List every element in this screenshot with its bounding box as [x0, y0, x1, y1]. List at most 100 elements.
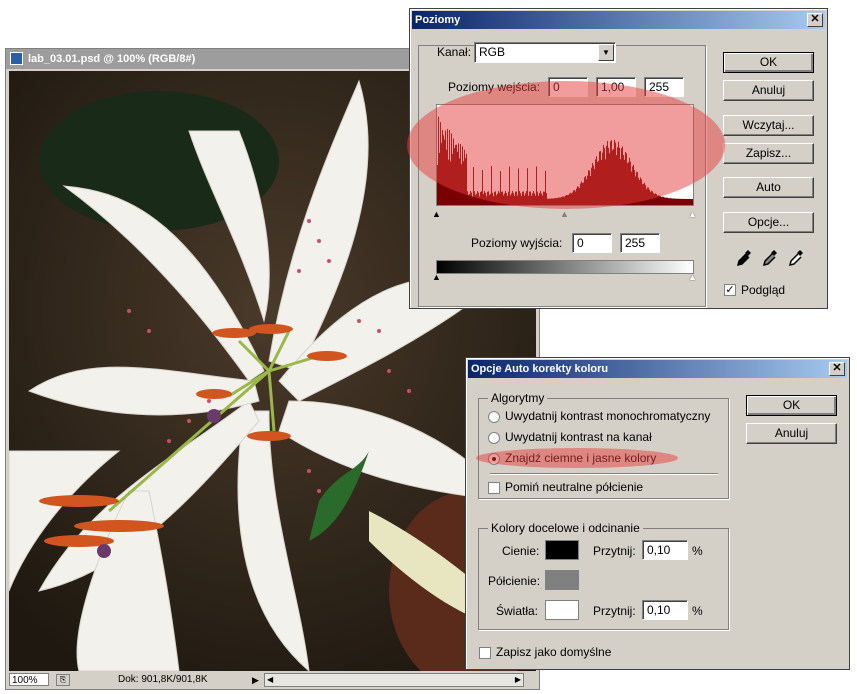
- histogram-bar: [567, 195, 568, 205]
- auto-color-options-dialog: Opcje Auto korekty koloru ✕ Algorytmy Uw…: [465, 357, 850, 670]
- histogram-bar: [548, 198, 549, 205]
- histogram-bar: [669, 198, 670, 205]
- radio-monochromatic-contrast[interactable]: [488, 411, 500, 423]
- histogram-bar: [445, 130, 446, 205]
- radio-dark-light-colors[interactable]: [488, 453, 500, 465]
- histogram-bar: [590, 175, 591, 205]
- midtones-color-swatch[interactable]: [545, 570, 579, 590]
- snap-neutral-label: Pomiń neutralne półcienie: [505, 480, 644, 494]
- histogram-bar: [594, 169, 595, 205]
- histogram-bar: [499, 192, 500, 205]
- histogram-bar: [487, 191, 488, 205]
- chevron-down-icon[interactable]: ▼: [598, 44, 614, 61]
- histogram-bar: [585, 176, 586, 205]
- levels-title-bar[interactable]: Poziomy ✕: [412, 11, 825, 29]
- histogram-bar: [509, 166, 510, 205]
- close-icon[interactable]: ✕: [807, 13, 823, 27]
- radio-per-channel-label: Uwydatnij kontrast na kanał: [505, 430, 652, 444]
- histogram-bar: [520, 193, 521, 205]
- histogram-bar: [457, 151, 458, 205]
- auto-options-cancel-button[interactable]: Anuluj: [746, 423, 837, 444]
- input-white-slider[interactable]: ▲: [688, 209, 697, 219]
- histogram-bar: [513, 193, 514, 205]
- auto-button[interactable]: Auto: [723, 177, 814, 198]
- gray-eyedropper-icon[interactable]: [762, 249, 778, 267]
- save-button[interactable]: Zapisz...: [723, 143, 814, 164]
- histogram-bar: [558, 197, 559, 205]
- histogram-bar: [589, 170, 590, 205]
- output-black-field[interactable]: 0: [572, 233, 612, 253]
- radio-per-channel-contrast[interactable]: [488, 432, 500, 444]
- histogram-bar: [495, 191, 496, 205]
- histogram-bar: [489, 195, 490, 205]
- close-icon[interactable]: ✕: [829, 362, 845, 376]
- histogram-bar: [448, 159, 449, 205]
- histogram-bar: [677, 198, 678, 205]
- histogram-bar: [673, 198, 674, 205]
- histogram-bar: [550, 198, 551, 205]
- histogram-bar: [441, 142, 442, 205]
- shadows-color-swatch[interactable]: [545, 540, 579, 560]
- load-button[interactable]: Wczytaj...: [723, 115, 814, 136]
- histogram-bar: [472, 196, 473, 205]
- histogram-bar: [539, 193, 540, 205]
- white-eyedropper-icon[interactable]: [788, 249, 804, 267]
- highlights-clip-field[interactable]: 0,10: [642, 600, 688, 620]
- snap-neutral-checkbox[interactable]: [488, 482, 500, 494]
- histogram-bar: [576, 188, 577, 205]
- options-button[interactable]: Opcje...: [723, 212, 814, 233]
- histogram-bar: [599, 151, 600, 205]
- histogram-bar: [506, 192, 507, 205]
- scroll-left-icon[interactable]: ◀: [267, 674, 273, 686]
- histogram-bar: [625, 151, 626, 205]
- histogram-bar: [541, 193, 542, 205]
- histogram-bar: [620, 159, 621, 205]
- document-size-info: Dok: 901,8K/901,8K: [118, 674, 208, 685]
- black-eyedropper-icon[interactable]: [736, 249, 752, 267]
- histogram-bar: [662, 196, 663, 205]
- histogram-bar: [469, 193, 470, 205]
- save-default-checkbox[interactable]: [479, 647, 491, 659]
- histogram-bar: [474, 191, 475, 205]
- scroll-right-icon[interactable]: ▶: [515, 674, 521, 686]
- auto-options-title-bar[interactable]: Opcje Auto korekty koloru ✕: [468, 360, 847, 378]
- histogram-bar: [458, 143, 459, 205]
- histogram-bar: [451, 133, 452, 205]
- histogram-bar: [631, 171, 632, 205]
- horizontal-scrollbar[interactable]: ◀ ▶: [264, 673, 524, 687]
- histogram-bar: [658, 195, 659, 205]
- shadows-clip-field[interactable]: 0,10: [642, 540, 688, 560]
- histogram-bar: [666, 197, 667, 205]
- input-black-slider[interactable]: ▲: [432, 209, 441, 219]
- histogram-bar: [680, 198, 681, 205]
- histogram-bar: [504, 193, 505, 205]
- output-black-slider[interactable]: ▲: [432, 272, 441, 282]
- histogram-bar: [482, 169, 483, 205]
- highlights-color-swatch[interactable]: [545, 600, 579, 620]
- histogram-bar: [511, 193, 512, 205]
- histogram-bar: [654, 193, 655, 205]
- histogram-graph: [437, 116, 693, 205]
- status-menu-icon[interactable]: ⎘: [56, 674, 70, 686]
- levels-ok-button[interactable]: OK: [723, 52, 814, 73]
- histogram-bar: [517, 195, 518, 205]
- levels-cancel-button[interactable]: Anuluj: [723, 80, 814, 101]
- histogram-bar: [479, 196, 480, 205]
- zoom-field[interactable]: 100%: [9, 673, 49, 686]
- shadows-clip-label: Przytnij:: [593, 544, 636, 558]
- preview-checkbox[interactable]: ✓: [724, 284, 736, 296]
- channel-select[interactable]: RGB ▼: [474, 42, 616, 63]
- histogram-bar: [577, 186, 578, 205]
- auto-options-ok-button[interactable]: OK: [746, 395, 837, 416]
- input-gamma-field[interactable]: 1,00: [596, 77, 636, 97]
- histogram-bar: [634, 170, 635, 205]
- output-white-field[interactable]: 255: [620, 233, 660, 253]
- histogram-bar: [546, 193, 547, 205]
- histogram-bar: [608, 147, 609, 205]
- input-black-field[interactable]: 0: [548, 77, 588, 97]
- histogram-bar: [600, 151, 601, 205]
- input-gamma-slider[interactable]: ▲: [560, 209, 569, 219]
- input-white-field[interactable]: 255: [644, 77, 684, 97]
- status-arrow-icon[interactable]: ▶: [252, 674, 262, 686]
- output-white-slider[interactable]: ▲: [688, 272, 697, 282]
